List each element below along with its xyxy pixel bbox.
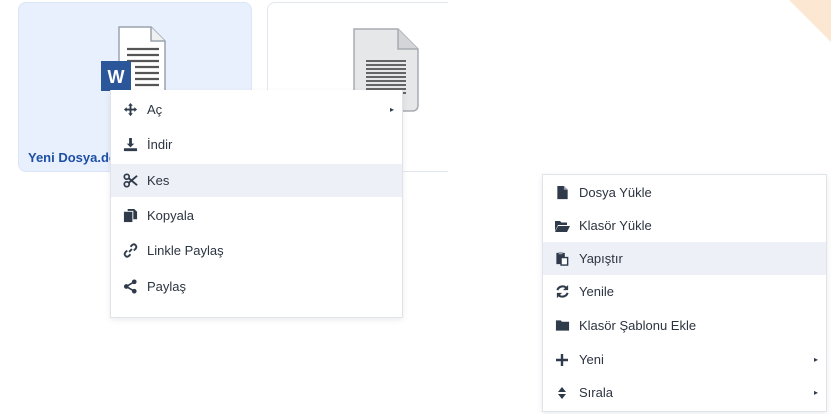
menu-item-label: Klasör Şablonu Ekle xyxy=(579,318,697,333)
share-icon xyxy=(122,279,138,295)
svg-text:W: W xyxy=(108,67,125,87)
menu-item-share[interactable]: Paylaş xyxy=(111,270,402,303)
refresh-icon xyxy=(554,284,570,300)
menu-item-refresh[interactable]: Yenile xyxy=(543,275,826,308)
corner-decoration xyxy=(789,0,831,42)
menu-item-label: Yeni xyxy=(579,352,604,367)
folder-icon xyxy=(554,318,570,334)
plus-icon xyxy=(554,352,570,368)
menu-item-upload-folder[interactable]: Klasör Yükle xyxy=(543,209,826,242)
menu-item-paste[interactable]: Yapıştır xyxy=(543,242,826,275)
move-icon xyxy=(122,102,138,118)
menu-item-cut[interactable]: Kes xyxy=(111,164,402,197)
file-context-menu: Aç ▸ İndir Kes Kopyala Linkle Paylaş Pay… xyxy=(110,90,403,318)
menu-item-label: Klasör Yükle xyxy=(579,218,652,233)
submenu-arrow-icon: ▸ xyxy=(813,388,818,397)
menu-item-add-folder-template[interactable]: Klasör Şablonu Ekle xyxy=(543,309,826,342)
menu-item-label: İndir xyxy=(147,137,173,152)
scissors-icon xyxy=(122,173,138,189)
menu-item-sort[interactable]: Sırala ▸ xyxy=(543,376,826,409)
paste-icon xyxy=(554,251,570,267)
menu-item-label: Aç xyxy=(147,102,163,117)
menu-item-share-link[interactable]: Linkle Paylaş xyxy=(111,234,402,267)
menu-item-open[interactable]: Aç ▸ xyxy=(111,93,402,126)
folder-open-icon xyxy=(554,218,570,234)
copy-icon xyxy=(122,208,138,224)
menu-item-download[interactable]: İndir xyxy=(111,128,402,161)
menu-item-label: Sırala xyxy=(579,385,613,400)
submenu-arrow-icon: ▸ xyxy=(389,105,394,114)
link-icon xyxy=(122,243,138,259)
menu-item-copy[interactable]: Kopyala xyxy=(111,199,402,232)
submenu-arrow-icon: ▸ xyxy=(813,355,818,364)
file-upload-icon xyxy=(554,185,570,201)
menu-item-label: Yapıştır xyxy=(579,251,623,266)
folder-context-menu: Dosya Yükle Klasör Yükle Yapıştır Yenile… xyxy=(542,174,827,412)
menu-item-upload-file[interactable]: Dosya Yükle xyxy=(543,176,826,209)
menu-item-label: Yenile xyxy=(579,284,614,299)
menu-item-label: Linkle Paylaş xyxy=(147,243,224,258)
sort-icon xyxy=(554,385,570,401)
menu-item-label: Kopyala xyxy=(147,208,194,223)
download-icon xyxy=(122,137,138,153)
menu-item-label: Dosya Yükle xyxy=(579,185,652,200)
menu-item-label: Kes xyxy=(147,173,170,188)
menu-item-new[interactable]: Yeni ▸ xyxy=(543,343,826,376)
menu-item-label: Paylaş xyxy=(147,279,187,294)
